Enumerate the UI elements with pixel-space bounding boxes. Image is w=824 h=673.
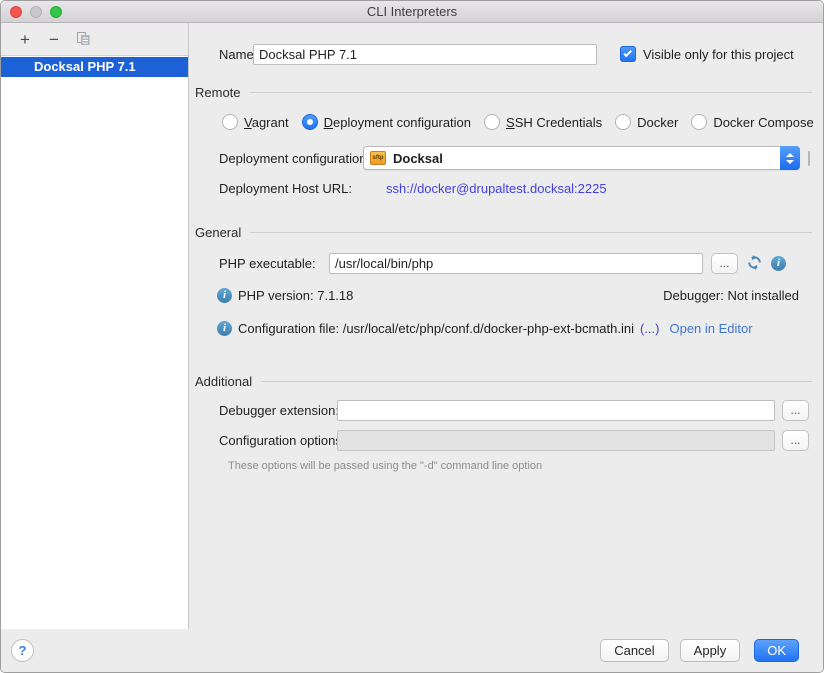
radio-icon (222, 114, 238, 130)
open-in-editor-link[interactable]: Open in Editor (669, 321, 752, 336)
name-label: Name: (219, 47, 257, 62)
name-input[interactable] (253, 44, 597, 65)
titlebar: CLI Interpreters (1, 1, 823, 23)
close-window-button[interactable] (10, 6, 22, 18)
interpreter-sidebar: + − Docksal PHP 7.1 (1, 23, 189, 672)
zoom-window-button[interactable] (50, 6, 62, 18)
radio-icon-selected (302, 114, 318, 130)
copy-icon (76, 31, 91, 50)
configuration-file-text: Configuration file: /usr/local/etc/php/c… (238, 321, 634, 336)
section-divider (250, 232, 812, 233)
checkbox-checked (620, 46, 636, 62)
combo-edge-divider (808, 151, 810, 166)
php-executable-label: PHP executable: (219, 256, 316, 271)
debugger-status-text: Debugger: Not installed (663, 288, 799, 303)
apply-button[interactable]: Apply (680, 639, 741, 662)
cli-interpreters-dialog: CLI Interpreters + − (0, 0, 824, 673)
dialog-footer: ? Cancel Apply OK (1, 629, 823, 672)
radio-docker[interactable]: Docker (615, 114, 678, 130)
php-executable-browse-button[interactable]: ... (711, 253, 738, 274)
ok-button[interactable]: OK (754, 639, 799, 662)
interpreter-list: Docksal PHP 7.1 (1, 55, 188, 631)
help-button[interactable]: ? (11, 639, 34, 662)
section-divider (250, 92, 812, 93)
info-icon (217, 288, 232, 303)
configuration-options-browse-button[interactable]: ... (782, 430, 809, 451)
cancel-button[interactable]: Cancel (600, 639, 668, 662)
deployment-configuration-label: Deployment configuration: (219, 151, 370, 166)
reload-icon (746, 259, 763, 274)
radio-icon (691, 114, 707, 130)
window-title: CLI Interpreters (1, 1, 823, 22)
sidebar-toolbar: + − (1, 23, 188, 55)
sftp-server-icon: sftp (370, 151, 386, 165)
configuration-options-label: Configuration options: (219, 433, 345, 448)
deployment-host-url-label: Deployment Host URL: (219, 181, 352, 196)
additional-section-title: Additional (195, 374, 252, 389)
visible-only-checkbox[interactable]: Visible only for this project (620, 46, 794, 62)
radio-deployment-configuration[interactable]: Deployment configuration (302, 114, 471, 130)
visible-only-label: Visible only for this project (643, 47, 794, 62)
radio-docker-compose[interactable]: Docker Compose (691, 114, 813, 130)
reload-php-info-button[interactable] (745, 254, 763, 272)
configuration-options-helper-text: These options will be passed using the "… (228, 460, 542, 472)
configuration-options-input (337, 430, 775, 451)
interpreter-settings-panel: Name: Visible only for this project Remo… (190, 23, 824, 672)
deployment-host-url-value: ssh://docker@drupaltest.docksal:2225 (386, 181, 607, 196)
radio-docker-label: Docker (637, 115, 678, 130)
radio-icon (484, 114, 500, 130)
radio-vagrant[interactable]: Vagrant (222, 114, 289, 130)
remove-interpreter-button[interactable]: − (44, 29, 64, 49)
remote-section-title: Remote (195, 85, 241, 100)
section-divider (261, 381, 812, 382)
configuration-file-more-link[interactable]: (...) (640, 321, 660, 336)
radio-ssh-credentials[interactable]: SSH Credentials (484, 114, 602, 130)
radio-ssh-label: SSH Credentials (506, 115, 602, 130)
traffic-lights (10, 6, 62, 18)
debugger-extension-label: Debugger extension: (219, 403, 339, 418)
minimize-window-button[interactable] (30, 6, 42, 18)
php-version-text: PHP version: 7.1.18 (238, 288, 353, 303)
deployment-configuration-value: Docksal (393, 151, 443, 166)
copy-interpreter-button[interactable] (73, 29, 93, 49)
checkmark-icon (623, 49, 631, 57)
combo-stepper-icon (780, 146, 800, 170)
php-executable-info-icon[interactable] (771, 256, 786, 271)
debugger-extension-browse-button[interactable]: ... (782, 400, 809, 421)
info-icon (217, 321, 232, 336)
general-section-title: General (195, 225, 241, 240)
radio-docker-compose-label: Docker Compose (713, 115, 813, 130)
debugger-extension-input[interactable] (337, 400, 775, 421)
list-item-docksal-php-71[interactable]: Docksal PHP 7.1 (1, 57, 188, 77)
radio-icon (615, 114, 631, 130)
radio-deployment-label: Deployment configuration (324, 115, 471, 130)
deployment-configuration-select[interactable]: sftp Docksal (363, 146, 800, 170)
radio-vagrant-label: Vagrant (244, 115, 289, 130)
footer-actions: Cancel Apply OK (589, 639, 799, 662)
add-interpreter-button[interactable]: + (15, 29, 35, 49)
php-executable-input[interactable] (329, 253, 703, 274)
